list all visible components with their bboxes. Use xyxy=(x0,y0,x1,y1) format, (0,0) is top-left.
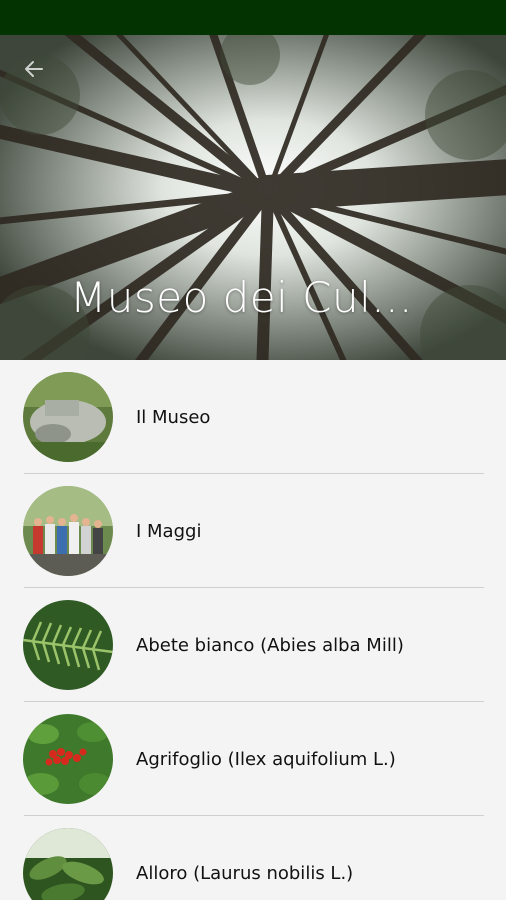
list-item-label: Abete bianco (Abies alba Mill) xyxy=(136,634,404,656)
page-title: Museo dei Cul... xyxy=(70,273,413,322)
holly-berries-thumb xyxy=(23,714,113,804)
people-gathering-thumb xyxy=(23,486,113,576)
list-item-il-museo[interactable]: Il Museo xyxy=(0,360,506,474)
laurel-leaves-thumb xyxy=(23,828,113,900)
list-item-label: Agrifoglio (Ilex aquifolium L.) xyxy=(136,748,396,770)
list-item-label: Alloro (Laurus nobilis L.) xyxy=(136,862,354,884)
list-item-abete-bianco[interactable]: Abete bianco (Abies alba Mill) xyxy=(0,588,506,702)
header-image-forest-canopy: Museo dei Cul... xyxy=(0,35,506,360)
museum-rock-thumb xyxy=(23,372,113,462)
list-item-i-maggi[interactable]: I Maggi xyxy=(0,474,506,588)
list-item-label: Il Museo xyxy=(136,406,211,428)
list-item-label: I Maggi xyxy=(136,520,202,542)
back-button[interactable] xyxy=(22,57,56,91)
fir-branch-thumb xyxy=(23,600,113,690)
status-bar xyxy=(0,0,506,35)
arrow-left-icon xyxy=(25,61,43,77)
list-item-agrifoglio[interactable]: Agrifoglio (Ilex aquifolium L.) xyxy=(0,702,506,816)
item-list: Il Museo I Maggi Abete bianco (Abies alb… xyxy=(0,360,506,900)
list-item-alloro[interactable]: Alloro (Laurus nobilis L.) xyxy=(0,816,506,900)
